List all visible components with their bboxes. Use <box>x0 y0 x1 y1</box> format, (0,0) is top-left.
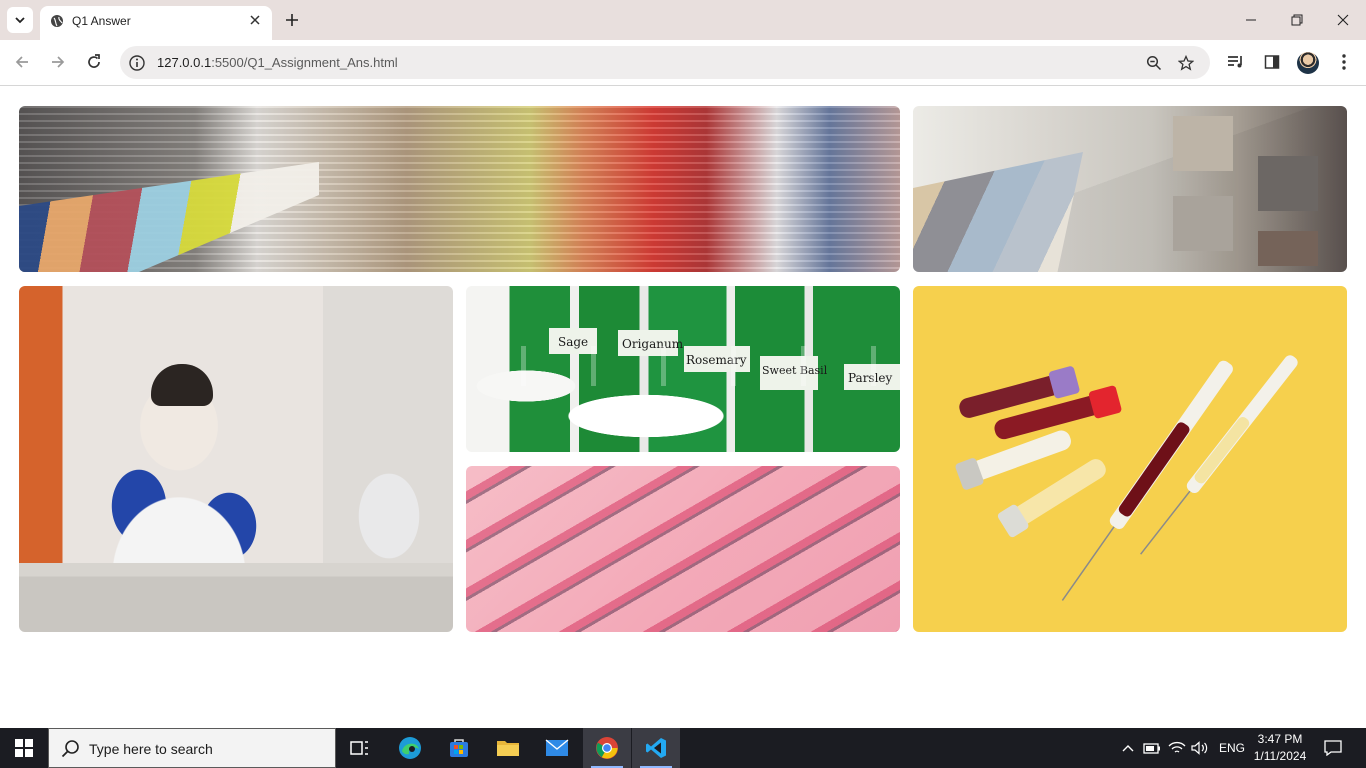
browser-titlebar: Q1 Answer <box>0 0 1366 40</box>
url-host: 127.0.0.1 <box>157 55 212 70</box>
site-info-icon[interactable] <box>128 54 146 72</box>
taskbar-file-explorer[interactable] <box>484 728 532 768</box>
plus-icon <box>286 14 298 26</box>
minimize-button[interactable] <box>1228 0 1274 40</box>
close-icon <box>1337 14 1349 26</box>
jar-label-rosemary: Rosemary <box>686 353 747 367</box>
back-button[interactable] <box>8 48 36 76</box>
arrow-right-icon <box>52 56 65 68</box>
task-view-icon <box>350 741 368 755</box>
taskbar-store[interactable] <box>435 728 483 768</box>
search-icon <box>61 740 79 758</box>
url-text[interactable]: 127.0.0.1:5500/Q1_Assignment_Ans.html <box>157 55 398 70</box>
restore-icon <box>1291 14 1303 26</box>
jar-label-sage: Sage <box>558 335 588 349</box>
browser-tab[interactable]: Q1 Answer <box>40 6 272 40</box>
wifi-icon[interactable] <box>1167 738 1187 758</box>
gallery-image-pink-syringes <box>466 466 900 632</box>
mail-icon <box>545 739 569 756</box>
media-queue-icon[interactable] <box>1225 51 1247 73</box>
menu-kebab-icon[interactable] <box>1333 51 1355 73</box>
address-bar[interactable]: 127.0.0.1:5500/Q1_Assignment_Ans.html <box>120 46 1210 79</box>
browser-toolbar: 127.0.0.1:5500/Q1_Assignment_Ans.html <box>0 40 1366 86</box>
blood-sample-illustration <box>955 355 1298 601</box>
tab-close-icon[interactable] <box>246 11 264 29</box>
store-icon <box>450 739 468 757</box>
jar-label-origanum: Origanum <box>622 337 684 351</box>
folder-icon <box>497 741 519 756</box>
minimize-icon <box>1246 19 1256 21</box>
notifications-icon[interactable] <box>1323 738 1343 758</box>
image-gallery: Sage Origanum Rosemary Sweet Basil Parsl… <box>0 87 1366 728</box>
clock-time: 3:47 PM <box>1257 732 1303 746</box>
bookmark-star-icon[interactable] <box>1176 53 1196 73</box>
reload-icon <box>88 54 100 68</box>
tab-search-button[interactable] <box>7 7 33 33</box>
spice-jar-labels: Sage Origanum Rosemary Sweet Basil Parsl… <box>549 328 900 390</box>
gallery-image-material-samples <box>913 106 1347 272</box>
chrome-icon <box>596 737 618 759</box>
forward-button[interactable] <box>44 48 72 76</box>
task-view-button[interactable] <box>336 728 384 768</box>
url-path: :5500/Q1_Assignment_Ans.html <box>211 55 398 70</box>
jar-label-parsley: Parsley <box>848 371 893 385</box>
gallery-image-blood-samples <box>913 286 1347 632</box>
edge-browser-icon <box>399 737 421 759</box>
start-button[interactable] <box>0 728 48 768</box>
language-indicator[interactable]: ENG <box>1219 741 1245 755</box>
vscode-icon <box>646 738 666 758</box>
clock-date: 1/11/2024 <box>1253 749 1307 763</box>
gallery-image-spice-jars: Sage Origanum Rosemary Sweet Basil Parsl… <box>466 286 900 452</box>
taskbar-clock[interactable]: 3:47 PM 1/11/2024 <box>1252 731 1308 765</box>
taskbar-search-placeholder: Type here to search <box>89 741 213 757</box>
windows-logo-icon <box>15 739 33 757</box>
gallery-image-fabric-swatches <box>19 106 900 272</box>
globe-icon <box>51 15 63 27</box>
restore-button[interactable] <box>1274 0 1320 40</box>
jar-label-sweet-basil: Sweet Basil <box>762 364 828 377</box>
arrow-left-icon <box>15 56 28 68</box>
zoom-icon[interactable] <box>1144 53 1164 73</box>
battery-icon[interactable] <box>1142 738 1162 758</box>
taskbar-vscode[interactable] <box>632 728 680 768</box>
taskbar-edge[interactable] <box>386 728 434 768</box>
show-hidden-icons-chevron-up-icon[interactable] <box>1118 738 1138 758</box>
new-tab-button[interactable] <box>282 10 302 30</box>
taskbar-chrome[interactable] <box>583 728 631 768</box>
side-panel-icon[interactable] <box>1261 51 1283 73</box>
reload-button[interactable] <box>80 48 108 76</box>
windows-taskbar: Type here to search ENG 3:47 PM 1/11/202… <box>0 728 1366 768</box>
close-window-button[interactable] <box>1320 0 1366 40</box>
taskbar-mail[interactable] <box>533 728 581 768</box>
tab-title: Q1 Answer <box>72 14 131 28</box>
chevron-down-icon <box>15 17 25 24</box>
profile-avatar[interactable] <box>1297 52 1319 74</box>
volume-icon[interactable] <box>1190 738 1210 758</box>
gallery-image-laboratory <box>19 286 453 632</box>
taskbar-search-input[interactable]: Type here to search <box>48 728 336 768</box>
